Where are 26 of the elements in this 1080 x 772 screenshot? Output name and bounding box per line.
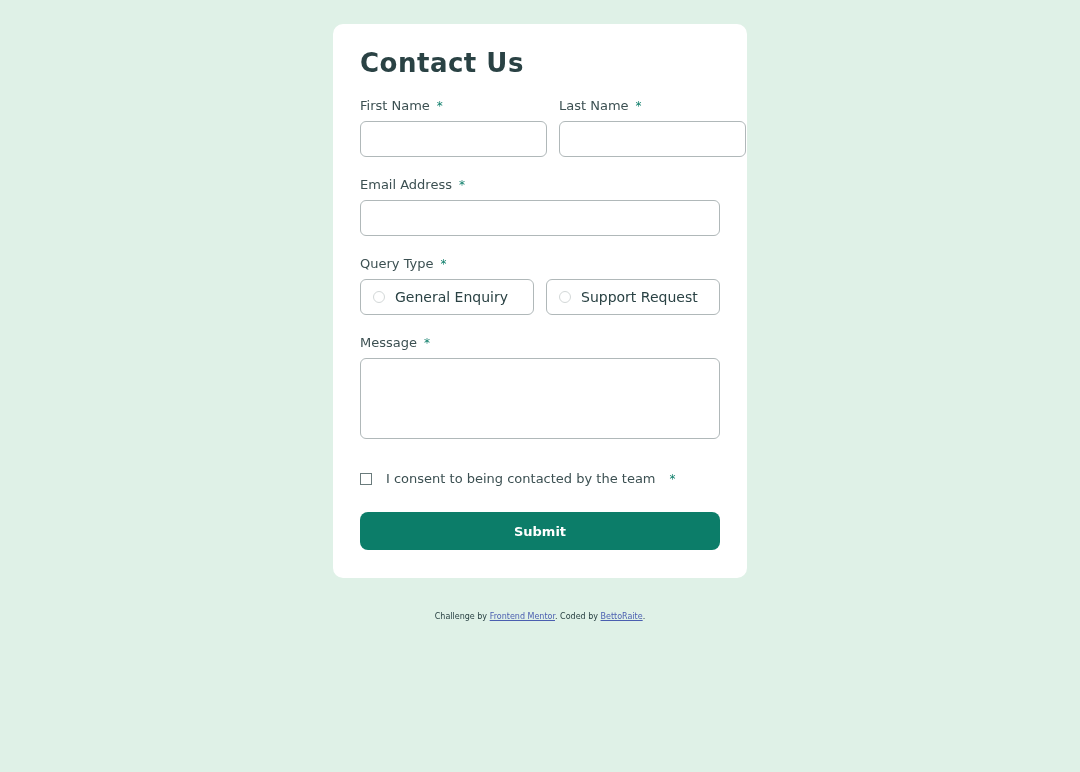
field-label: Query Type bbox=[360, 256, 434, 271]
message-input-field[interactable] bbox=[360, 358, 720, 439]
required-asterisk: * bbox=[459, 178, 465, 192]
required-asterisk: * bbox=[436, 99, 443, 113]
required-asterisk: * bbox=[424, 336, 430, 350]
option-label: General Enquiry bbox=[395, 289, 509, 305]
consent-label: I consent to being contacted by the team bbox=[386, 471, 656, 486]
required-asterisk: * bbox=[635, 99, 642, 113]
field-label: First Name bbox=[360, 98, 430, 113]
form-title: Contact Us bbox=[360, 48, 525, 78]
required-asterisk: * bbox=[440, 257, 447, 271]
radio-option[interactable]: General Enquiry bbox=[360, 279, 534, 315]
option-label: Support Request bbox=[581, 289, 698, 305]
required-asterisk: * bbox=[669, 471, 676, 486]
submit-button[interactable]: Submit bbox=[360, 512, 720, 550]
attribution-link[interactable]: Frontend Mentor bbox=[489, 612, 555, 621]
text-input-field[interactable] bbox=[559, 121, 746, 157]
field-label: Email Address bbox=[360, 177, 452, 192]
text-input-field[interactable] bbox=[360, 121, 547, 157]
field-label: Last Name bbox=[559, 98, 629, 113]
radio-option[interactable]: Support Request bbox=[546, 279, 720, 315]
checkbox[interactable] bbox=[360, 472, 372, 485]
attribution-link[interactable]: BettoRaite bbox=[600, 612, 643, 621]
field-label: Message bbox=[360, 335, 417, 350]
email-input-field[interactable] bbox=[360, 200, 720, 236]
attribution-text: Challenge by Frontend Mentor. Coded by BettoRaite. bbox=[434, 612, 646, 621]
